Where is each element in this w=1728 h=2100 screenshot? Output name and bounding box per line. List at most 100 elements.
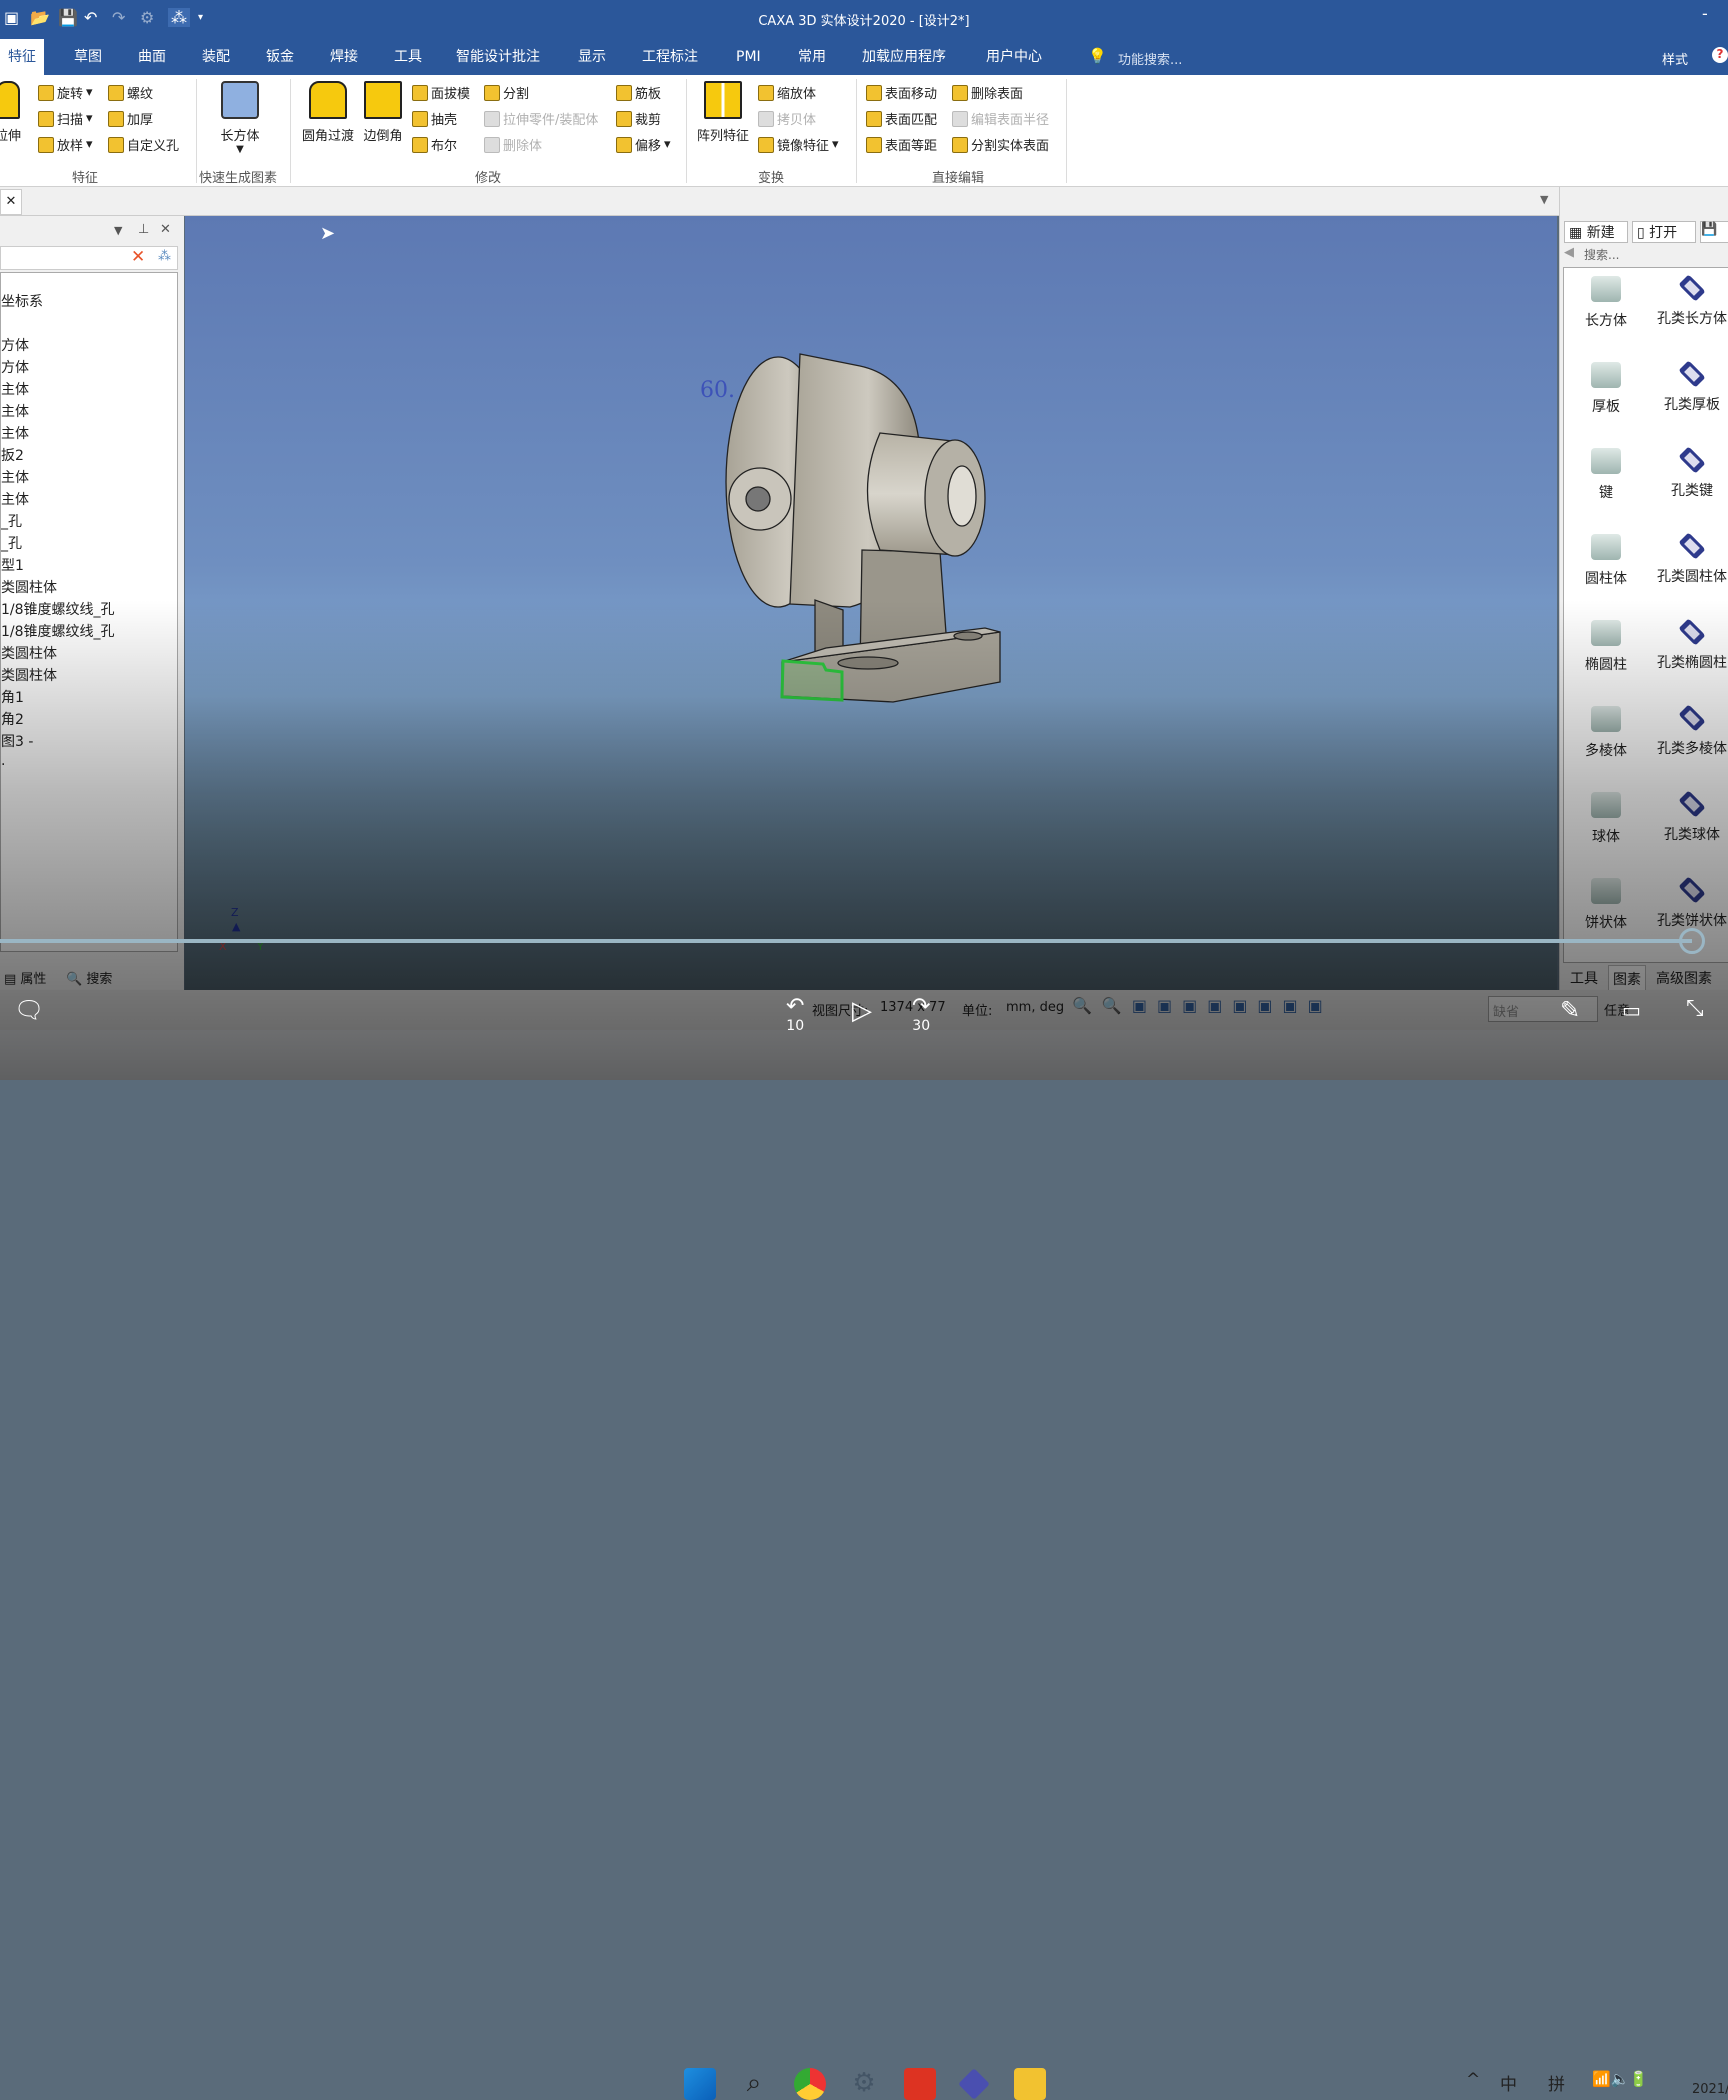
tree-node[interactable]: 主体 <box>1 379 29 399</box>
tab-surface[interactable]: 曲面 <box>130 39 174 75</box>
tab-assembly[interactable]: 装配 <box>194 39 238 75</box>
tree-node[interactable]: 坐标系 <box>1 291 43 311</box>
mirror-button[interactable]: 镜像特征 ▾ <box>758 135 839 154</box>
tree-node[interactable]: 1/8锥度螺纹线_孔 <box>1 599 115 619</box>
new-button[interactable]: ▦ 新建 <box>1564 221 1628 243</box>
offset-face-button[interactable]: 表面等距 <box>866 135 937 154</box>
save-catalog-button[interactable]: 💾 <box>1700 221 1728 243</box>
video-progress-bar[interactable] <box>0 939 1692 943</box>
pattern-button[interactable]: 阵列特征 <box>692 81 754 144</box>
box-button[interactable]: 长方体 ▼ <box>210 81 270 155</box>
element-hole-item[interactable]: 孔类多棱体 <box>1650 704 1728 758</box>
element-item[interactable]: 长方体 <box>1564 276 1648 330</box>
tab-display[interactable]: 显示 <box>570 39 614 75</box>
properties-tab[interactable]: ▤ 属性 <box>4 968 46 987</box>
settings-app-icon[interactable]: ⚙ <box>848 2068 880 2100</box>
feature-search-input[interactable]: 功能搜索... <box>1118 49 1182 68</box>
delete-body-button[interactable]: 删除体 <box>484 135 542 154</box>
clock-date[interactable]: 2021/ <box>1692 2082 1728 2097</box>
view-tools-icons[interactable]: 🔍🔍▣▣▣▣▣▣▣▣ <box>1072 996 1333 1015</box>
tree-node[interactable]: _孔 <box>1 511 22 531</box>
element-item[interactable]: 厚板 <box>1564 362 1648 416</box>
chrome-icon[interactable] <box>794 2068 826 2100</box>
design-tree[interactable]: 坐标系 方体 方体 主体 主体 主体 扳2 主体 主体 _孔 _孔 型1 类圆柱体 1/8锥度螺纹线_孔 1… <box>0 272 178 952</box>
tree-node[interactable]: 主体 <box>1 467 29 487</box>
draft-button[interactable]: 面拔模 <box>412 83 470 102</box>
thicken-button[interactable]: 加厚 <box>108 109 153 128</box>
open-button[interactable]: ▯ 打开 <box>1632 221 1696 243</box>
tree-node[interactable]: 图3 - <box>1 731 33 751</box>
tab-pmi[interactable]: PMI <box>728 39 769 75</box>
tab-user-center[interactable]: 用户中心 <box>978 39 1050 75</box>
element-item[interactable]: 椭圆柱 <box>1564 620 1648 674</box>
elements-tab[interactable]: 图素 <box>1608 965 1646 993</box>
thread-button[interactable]: 螺纹 <box>108 83 153 102</box>
forward-icon[interactable]: ↷ 30 <box>912 994 930 1044</box>
custom-hole-button[interactable]: 自定义孔 <box>108 135 179 154</box>
element-item[interactable]: 圆柱体 <box>1564 534 1648 588</box>
tools-tab[interactable]: 工具 <box>1570 968 1598 988</box>
tree-options-icon[interactable]: ⁂ <box>158 249 171 264</box>
file-explorer-icon[interactable] <box>1014 2068 1046 2100</box>
search-tab[interactable]: 🔍 搜索 <box>66 968 112 987</box>
element-hole-item[interactable]: 孔类键 <box>1650 446 1728 500</box>
element-hole-item[interactable]: 孔类椭圆柱 <box>1650 618 1728 672</box>
match-face-button[interactable]: 表面匹配 <box>866 109 937 128</box>
subtitles-icon[interactable]: 🗨 <box>14 996 44 1024</box>
split-button[interactable]: 分割 <box>484 83 529 102</box>
trim-button[interactable]: 裁剪 <box>616 109 661 128</box>
clear-filter-icon[interactable]: ✕ <box>131 247 145 267</box>
caxa-icon[interactable] <box>958 2068 990 2100</box>
help-icon[interactable]: ? <box>1712 47 1728 63</box>
close-doc-icon[interactable]: ✕ <box>0 189 22 215</box>
tab-welding[interactable]: 焊接 <box>322 39 366 75</box>
shell-button[interactable]: 抽壳 <box>412 109 457 128</box>
back-arrow-icon[interactable]: ◀ <box>1564 245 1574 260</box>
delete-face-button[interactable]: 删除表面 <box>952 83 1023 102</box>
selection-filter-select[interactable]: 缺省 <box>1488 996 1598 1022</box>
extrude-part-button[interactable]: 拉伸零件/装配体 <box>484 109 598 128</box>
tab-engineering-annotation[interactable]: 工程标注 <box>634 39 706 75</box>
tree-node[interactable]: 类圆柱体 <box>1 665 57 685</box>
style-menu[interactable]: 样式 <box>1662 49 1688 68</box>
play-icon[interactable]: ▷ <box>852 996 872 1026</box>
tree-node[interactable]: 方体 <box>1 357 29 377</box>
ime-chinese[interactable]: 中 <box>1500 2070 1517 2095</box>
picture-in-picture-icon[interactable]: ▭ <box>1622 998 1641 1022</box>
tree-node[interactable]: 类圆柱体 <box>1 577 57 597</box>
tree-node[interactable]: 主体 <box>1 401 29 421</box>
tree-node[interactable]: 扳2 <box>1 445 24 465</box>
video-progress-knob[interactable] <box>1679 928 1705 954</box>
tree-node[interactable]: 主体 <box>1 423 29 443</box>
sweep-button[interactable]: 扫描 ▾ <box>38 109 93 128</box>
tab-sketch[interactable]: 草图 <box>66 39 110 75</box>
element-hole-item[interactable]: 孔类厚板 <box>1650 360 1728 414</box>
tab-common[interactable]: 常用 <box>790 39 834 75</box>
tab-smart-annotation[interactable]: 智能设计批注 <box>448 39 548 75</box>
chamfer-button[interactable]: 边倒角 <box>360 81 406 144</box>
element-item[interactable]: 饼状体 <box>1564 878 1648 932</box>
boolean-button[interactable]: 布尔 <box>412 135 457 154</box>
element-search-input[interactable]: 搜索... <box>1584 246 1619 263</box>
move-face-button[interactable]: 表面移动 <box>866 83 937 102</box>
offset-button[interactable]: 偏移 ▾ <box>616 135 671 154</box>
element-item[interactable]: 多棱体 <box>1564 706 1648 760</box>
tree-node[interactable]: 类圆柱体 <box>1 643 57 663</box>
pen-icon[interactable]: ✎ <box>1560 996 1580 1024</box>
tray-expand-icon[interactable]: ^ <box>1466 2070 1480 2090</box>
element-hole-item[interactable]: 孔类饼状体 <box>1650 876 1728 930</box>
close-panel-icon[interactable]: ✕ <box>160 222 171 237</box>
rib-button[interactable]: 筋板 <box>616 83 661 102</box>
tree-node[interactable]: 角2 <box>1 709 24 729</box>
element-hole-item[interactable]: 孔类圆柱体 <box>1650 532 1728 586</box>
tree-node[interactable]: 方体 <box>1 335 29 355</box>
revolve-button[interactable]: 旋转 ▾ <box>38 83 93 102</box>
search-icon[interactable]: ⌕ <box>738 2068 770 2100</box>
wifi-icon[interactable]: 📶🔈🔋 <box>1592 2070 1648 2088</box>
rewind-icon[interactable]: ↶ 10 <box>786 994 804 1044</box>
start-icon[interactable] <box>684 2068 716 2100</box>
3d-viewport[interactable]: 60. ➤ Z ▲ X Y <box>185 216 1557 990</box>
ime-pinyin[interactable]: 拼 <box>1548 2070 1565 2095</box>
element-hole-item[interactable]: 孔类长方体 <box>1650 274 1728 328</box>
exit-fullscreen-icon[interactable]: ⤡ <box>1686 996 1704 1021</box>
